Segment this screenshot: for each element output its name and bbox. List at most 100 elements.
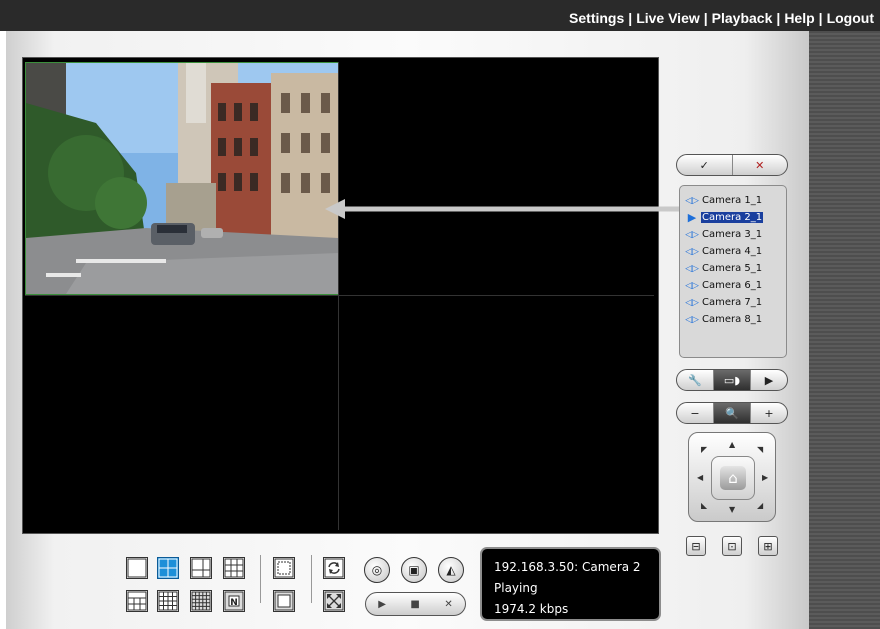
pan-up-left-icon[interactable]: ◤ <box>701 445 707 454</box>
nav-live-view-link[interactable]: Live View <box>636 10 700 26</box>
remove-camera-button[interactable]: ✕ <box>731 155 788 175</box>
auto-focus-button[interactable]: ⊡ <box>722 536 742 556</box>
nav-help-link[interactable]: Help <box>784 10 814 26</box>
camera-list-item[interactable]: ◁▷ Camera 7_1 <box>683 294 786 311</box>
layout-5x5-button[interactable] <box>190 590 212 612</box>
snapshot-button[interactable]: ▣ <box>401 557 427 583</box>
camera-list-item[interactable]: ◁▷ Camera 4_1 <box>683 243 786 260</box>
ptz-home-frame: ⌂ <box>711 456 755 500</box>
ptz-play-button[interactable]: ▶ <box>750 370 787 390</box>
audio-toggle-button[interactable]: ◭ <box>438 557 464 583</box>
focus-far-button[interactable]: ⊞ <box>758 536 778 556</box>
camera-list-item-selected[interactable]: ▶ Camera 2_1 <box>683 209 786 226</box>
settings-wrench-button[interactable]: 🔧 <box>677 370 713 390</box>
camera-label: Camera 2_1 <box>701 212 764 223</box>
close-icon[interactable]: ✕ <box>444 599 452 610</box>
camera-list-item[interactable]: ◁▷ Camera 1_1 <box>683 192 786 209</box>
layout-1x1-icon <box>127 558 147 578</box>
plus-icon: + <box>764 406 774 420</box>
pan-down-icon[interactable]: ▼ <box>729 505 735 514</box>
layout-n-icon: N <box>224 591 244 611</box>
camera-signal-icon: ◁▷ <box>685 314 699 325</box>
camera-list-item[interactable]: ◁▷ Camera 8_1 <box>683 311 786 328</box>
add-camera-button[interactable]: ✓ <box>677 155 732 175</box>
wrench-icon: 🔧 <box>688 373 702 387</box>
camera-signal-icon: ◁▷ <box>685 246 699 257</box>
nav-separator: | <box>818 10 823 26</box>
camera-label: Camera 3_1 <box>702 229 763 240</box>
camera-list-item[interactable]: ◁▷ Camera 3_1 <box>683 226 786 243</box>
camera-list-item[interactable]: ◁▷ Camera 5_1 <box>683 260 786 277</box>
video-cell-camera-2[interactable] <box>25 62 339 295</box>
focus-far-icon: ⊞ <box>763 539 773 553</box>
layout-1plus3-icon <box>191 558 211 578</box>
camera-label: Camera 1_1 <box>702 195 763 206</box>
layout-4x4-icon <box>158 591 178 611</box>
video-cell-4[interactable] <box>340 296 654 530</box>
layout-1x1-button[interactable] <box>126 557 148 579</box>
layout-3x3-button[interactable] <box>223 557 245 579</box>
stop-icon[interactable]: ■ <box>410 599 419 610</box>
stream-camera-address: 192.168.3.50: Camera 2 <box>494 560 641 574</box>
layout-5x5-icon <box>191 591 211 611</box>
nav-logout-link[interactable]: Logout <box>827 10 874 26</box>
checkmark-icon: ✓ <box>699 158 709 172</box>
zoom-control: − 🔍 + <box>676 402 788 424</box>
camera-list-actions: ✓ ✕ <box>676 154 788 176</box>
home-icon: ⌂ <box>728 469 738 487</box>
layout-sequence-icon <box>274 558 294 578</box>
layout-1plus3-button[interactable] <box>190 557 212 579</box>
layout-fullscreen-frame-button[interactable] <box>273 590 295 612</box>
pan-down-right-icon[interactable]: ◢ <box>757 501 763 510</box>
layout-n-button[interactable]: N <box>223 590 245 612</box>
layout-3x3-icon <box>224 558 244 578</box>
camera-label: Camera 6_1 <box>702 280 763 291</box>
record-button[interactable]: ◎ <box>364 557 390 583</box>
ptz-tool-bar: 🔧 ▭◗ ▶ <box>676 369 788 391</box>
nav-playback-link[interactable]: Playback <box>712 10 773 26</box>
layout-2x2-button[interactable] <box>157 557 179 579</box>
stream-status-panel: 192.168.3.50: Camera 2 Playing 1974.2 kb… <box>480 547 661 621</box>
home-button[interactable]: ⌂ <box>720 466 746 490</box>
pan-down-left-icon[interactable]: ◣ <box>701 501 707 510</box>
pan-up-right-icon[interactable]: ◥ <box>757 445 763 454</box>
speaker-button[interactable]: ▭◗ <box>713 370 750 390</box>
layout-4x4-button[interactable] <box>157 590 179 612</box>
layout-4x3-button[interactable] <box>126 590 148 612</box>
audio-icon: ◭ <box>446 563 456 577</box>
annotation-arrow-icon <box>325 199 685 219</box>
video-cell-3[interactable] <box>25 296 339 530</box>
nav-settings-link[interactable]: Settings <box>569 10 624 26</box>
camera-signal-icon: ◁▷ <box>685 280 699 291</box>
refresh-icon <box>324 558 344 578</box>
camera-list-item[interactable]: ◁▷ Camera 6_1 <box>683 277 786 294</box>
camera-signal-icon: ◁▷ <box>685 195 699 206</box>
toolbar-separator <box>311 555 312 603</box>
toolbar-separator <box>260 555 261 603</box>
play-icon[interactable]: ▶ <box>378 599 386 610</box>
playback-controls: ▶ ■ ✕ <box>365 592 466 616</box>
pan-up-icon[interactable]: ▲ <box>729 440 735 449</box>
focus-near-button[interactable]: ⊟ <box>686 536 706 556</box>
focus-near-icon: ⊟ <box>691 539 701 553</box>
main-nav: Settings | Live View | Playback | Help | Logout <box>569 10 874 26</box>
stream-state: Playing <box>494 581 538 595</box>
camera-label: Camera 5_1 <box>702 263 763 274</box>
stream-bitrate: 1974.2 kbps <box>494 602 569 616</box>
camera-snapshot-icon: ▣ <box>408 563 420 577</box>
layout-sequence-button[interactable] <box>273 557 295 579</box>
layout-frame-icon <box>274 591 294 611</box>
video-cell-2[interactable] <box>340 62 654 295</box>
video-grid <box>22 57 659 534</box>
camera-label: Camera 7_1 <box>702 297 763 308</box>
fullscreen-button[interactable] <box>323 590 345 612</box>
zoom-in-button[interactable]: + <box>750 403 787 423</box>
magnifier-icon: 🔍 <box>725 406 739 420</box>
zoom-out-button[interactable]: − <box>677 403 713 423</box>
pan-left-icon[interactable]: ◀ <box>697 473 703 482</box>
zoom-indicator: 🔍 <box>713 403 750 423</box>
camera-label: Camera 8_1 <box>702 314 763 325</box>
auto-rotate-button[interactable] <box>323 557 345 579</box>
pan-right-icon[interactable]: ▶ <box>762 473 768 482</box>
nav-separator: | <box>703 10 708 26</box>
